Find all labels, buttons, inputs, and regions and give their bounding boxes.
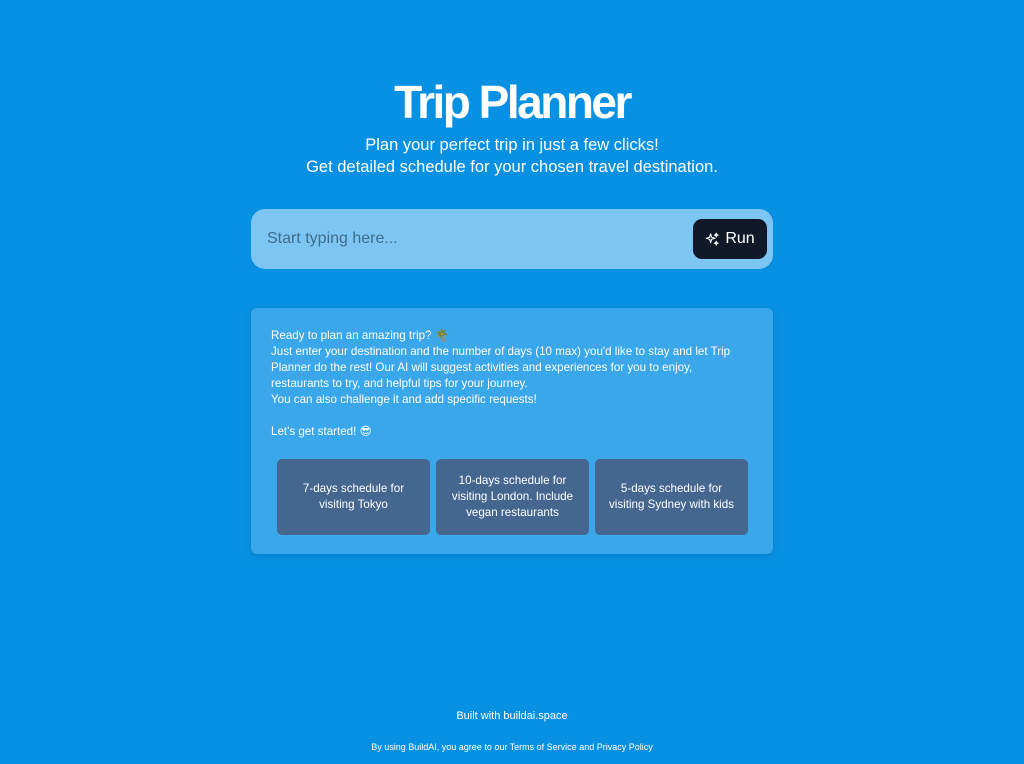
suggestion-sydney[interactable]: 5-days schedule for visiting Sydney with… — [595, 459, 748, 535]
legal-and: and — [576, 742, 597, 752]
info-card: Ready to plan an amazing trip? 🌴 Just en… — [251, 308, 773, 554]
page-title: Trip Planner — [394, 76, 632, 128]
footer-built-with: Built with buildai.space — [0, 710, 1024, 722]
info-line-2: Just enter your destination and the numb… — [271, 345, 731, 358]
page: Trip Planner Plan your perfect trip in j… — [0, 0, 1024, 764]
legal-prefix: By using BuildAI, you agree to our — [371, 742, 510, 752]
search-input[interactable] — [267, 209, 687, 269]
info-line-start: Let's get started! 😎 — [271, 425, 372, 438]
footer-legal: By using BuildAI, you agree to our Terms… — [0, 742, 1024, 752]
page-subtitle: Plan your perfect trip in just a few cli… — [0, 134, 1024, 178]
terms-link[interactable]: Terms of Service — [510, 742, 577, 752]
subtitle-line-1: Plan your perfect trip in just a few cli… — [365, 136, 659, 154]
header: Trip Planner Plan your perfect trip in j… — [0, 76, 1024, 178]
info-line-intro: Ready to plan an amazing trip? 🌴 — [271, 329, 450, 342]
run-button[interactable]: Run — [693, 219, 767, 259]
info-line-5: You can also challenge it and add specif… — [271, 393, 537, 406]
info-line-3: Planner do the rest! Our AI will suggest… — [271, 361, 693, 374]
run-button-label: Run — [725, 230, 755, 247]
suggestion-london[interactable]: 10-days schedule for visiting London. In… — [436, 459, 589, 535]
info-line-4: restaurants to try, and helpful tips for… — [271, 377, 528, 390]
suggestion-tokyo[interactable]: 7-days schedule for visiting Tokyo — [277, 459, 430, 535]
buildai-link[interactable]: buildai.space — [503, 710, 567, 722]
search-bar: Run — [251, 209, 773, 269]
suggestions: 7-days schedule for visiting Tokyo 10-da… — [277, 459, 748, 535]
privacy-link[interactable]: Privacy Policy — [597, 742, 653, 752]
built-with-prefix: Built with — [456, 710, 504, 722]
info-text: Ready to plan an amazing trip? 🌴 Just en… — [271, 328, 753, 440]
sparkles-icon — [705, 232, 720, 247]
subtitle-line-2: Get detailed schedule for your chosen tr… — [306, 158, 718, 176]
info-spacer — [271, 408, 753, 424]
